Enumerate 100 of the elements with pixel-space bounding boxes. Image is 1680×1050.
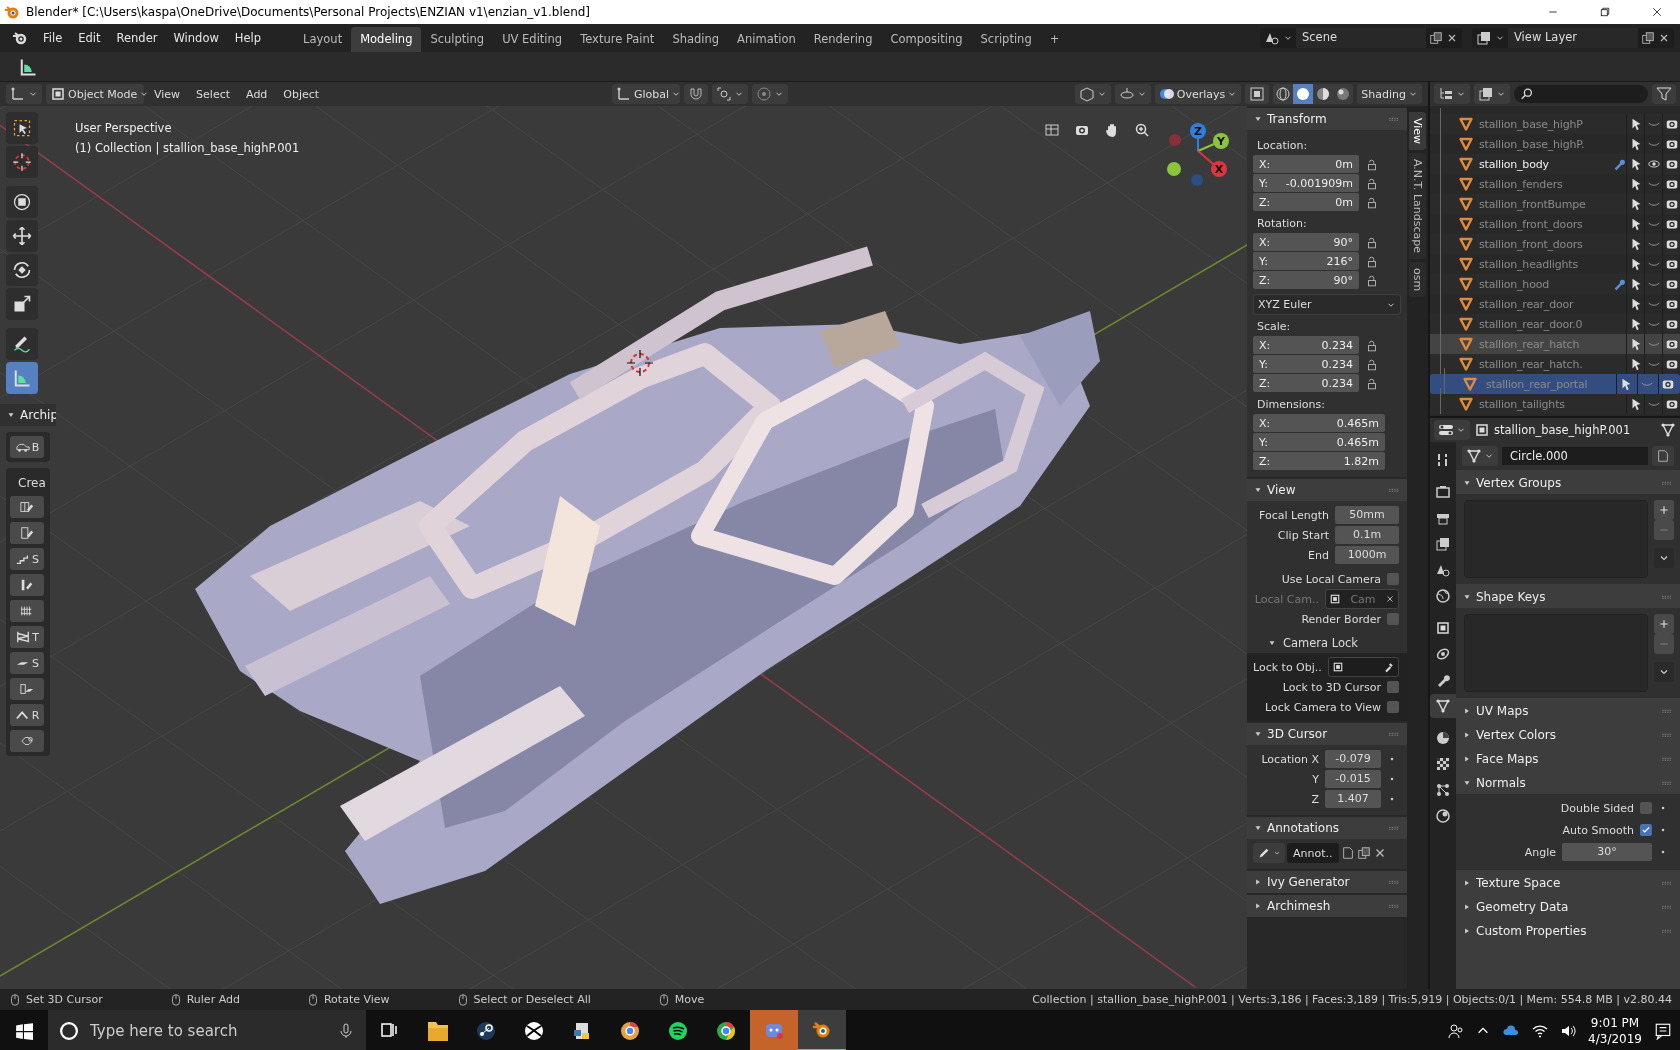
tool-button[interactable]: S bbox=[10, 652, 44, 674]
panel-header[interactable]: Annotations bbox=[1247, 817, 1407, 839]
taskbar-search-box[interactable]: Type here to search bbox=[48, 1010, 366, 1050]
object-name: stallion_headlights bbox=[1478, 257, 1579, 271]
field-label: Lock to Obj.. bbox=[1253, 660, 1322, 674]
menu-item[interactable]: Object bbox=[277, 85, 326, 103]
number-field[interactable]: X: 0.465m bbox=[1253, 414, 1385, 432]
view-layer-selector[interactable]: View Layer bbox=[1472, 28, 1674, 48]
clock[interactable]: 9:01 PM 4/3/2019 bbox=[1588, 1014, 1642, 1047]
add-workspace-button[interactable]: + bbox=[1040, 27, 1069, 52]
rotation-mode-dropdown[interactable]: XYZ Euler bbox=[1253, 294, 1401, 315]
menu-item[interactable]: File bbox=[36, 28, 70, 48]
object-name: stallion_base_highP.001 bbox=[1494, 423, 1632, 437]
field-label: Location X bbox=[1261, 752, 1319, 766]
menu-item[interactable]: View bbox=[148, 85, 187, 103]
workspace-tab[interactable]: Layout bbox=[294, 27, 352, 52]
menu-item[interactable]: Select bbox=[190, 85, 237, 103]
object-name: stallion_base_highP bbox=[1478, 117, 1584, 131]
panel-title: Custom Properties bbox=[1476, 924, 1588, 938]
workspace-tab[interactable]: Compositing bbox=[881, 27, 972, 52]
group-label: Rotation: bbox=[1256, 216, 1308, 232]
status-hint: Move bbox=[674, 993, 705, 1006]
number-field[interactable]: Z: 0m bbox=[1253, 193, 1359, 211]
number-field[interactable]: X: 0.234 bbox=[1253, 336, 1359, 354]
workspace-tab[interactable]: Modeling bbox=[351, 27, 422, 52]
group-label: Scale: bbox=[1256, 319, 1292, 335]
number-field[interactable]: Y: 0.234 bbox=[1253, 355, 1359, 373]
annotation-layer-field[interactable]: Annot.. bbox=[1287, 843, 1339, 863]
object-name: stallion_rear_door.0 bbox=[1478, 317, 1584, 331]
panel-title: Archimesh bbox=[1267, 899, 1332, 913]
panel-title: Vertex Colors bbox=[1476, 728, 1557, 742]
menu-item[interactable]: Window bbox=[166, 28, 226, 48]
object-name: stallion_front_doors bbox=[1478, 217, 1584, 231]
sidebar-tab[interactable]: View bbox=[1409, 112, 1426, 151]
number-field[interactable]: Z: 90° bbox=[1253, 271, 1359, 289]
tool-button[interactable]: R bbox=[10, 704, 44, 726]
field-label: Clip Start bbox=[1277, 528, 1329, 542]
panel-title: Transform bbox=[1267, 112, 1328, 126]
number-field[interactable]: Y: 216° bbox=[1253, 252, 1359, 270]
overlays-dropdown[interactable]: Overlays bbox=[1154, 84, 1242, 104]
checkbox-label: Lock Camera to View bbox=[1265, 700, 1381, 714]
tool-button[interactable]: B bbox=[10, 436, 44, 458]
workspace-tab[interactable]: Scripting bbox=[971, 27, 1041, 52]
status-hint: Set 3D Cursor bbox=[26, 993, 103, 1006]
number-field[interactable]: -0.015 bbox=[1325, 770, 1381, 788]
panel-title: Ivy Generator bbox=[1267, 875, 1351, 889]
object-name: stallion_fenders bbox=[1478, 177, 1564, 191]
search-field[interactable]: Type here to search bbox=[88, 1020, 328, 1041]
workspace-tab[interactable]: Rendering bbox=[804, 27, 882, 52]
workspace-tab[interactable]: Shading bbox=[663, 27, 729, 52]
panel-header[interactable]: View bbox=[1247, 479, 1407, 501]
mesh-name-field[interactable]: Circle.000 bbox=[1502, 447, 1648, 465]
menu-item[interactable]: Render bbox=[109, 28, 165, 48]
number-field[interactable]: X: 90° bbox=[1253, 233, 1359, 251]
shading-dropdown[interactable]: Shading bbox=[1357, 84, 1422, 104]
menu-item[interactable]: Help bbox=[227, 28, 269, 48]
sidebar-tab[interactable]: A.N.T. Landscape bbox=[1409, 153, 1426, 260]
checkbox-label: Lock to 3D Cursor bbox=[1282, 680, 1381, 694]
number-field[interactable]: Z: 0.234 bbox=[1253, 374, 1359, 392]
field-label: Angle bbox=[1524, 845, 1556, 859]
group-label: Location: bbox=[1256, 138, 1309, 154]
collection-label: (1) Collection | stallion_base_highP.001 bbox=[75, 141, 300, 155]
object-name: stallion_rear_door bbox=[1478, 297, 1575, 311]
field-label: Focal Length bbox=[1259, 508, 1329, 522]
menu-item[interactable]: Add bbox=[240, 85, 274, 103]
object-name: stallion_rear_portal bbox=[1485, 377, 1589, 391]
object-name: stallion_body bbox=[1478, 157, 1550, 171]
panel-header[interactable]: 3D Cursor bbox=[1247, 723, 1407, 745]
number-field[interactable]: 0.1m bbox=[1335, 526, 1399, 544]
workspace-tab[interactable]: Texture Paint bbox=[571, 27, 664, 52]
number-field[interactable]: Y: -0.001909m bbox=[1253, 174, 1359, 192]
workspace-tab[interactable]: Animation bbox=[728, 27, 805, 52]
scene-selector[interactable]: Scene bbox=[1260, 28, 1462, 48]
orientation-dropdown[interactable]: Global bbox=[612, 84, 680, 104]
panel-title: Normals bbox=[1476, 776, 1527, 790]
object-name: stallion_rear_hatch. bbox=[1478, 357, 1584, 371]
subpanel-header[interactable]: Camera Lock bbox=[1253, 633, 1399, 653]
status-hint: Ruler Add bbox=[186, 993, 240, 1006]
tool-button[interactable]: S bbox=[10, 548, 44, 570]
sidebar-tab[interactable]: osm bbox=[1409, 262, 1426, 298]
panel-header[interactable]: Ivy Generator bbox=[1247, 871, 1407, 893]
menu-item[interactable]: Edit bbox=[71, 28, 108, 48]
navigation-gizmo[interactable]: Z Y X bbox=[1167, 123, 1229, 186]
tool-button[interactable]: T bbox=[10, 626, 44, 648]
panel-title: Shape Keys bbox=[1476, 590, 1547, 604]
status-hint: Rotate View bbox=[323, 993, 390, 1006]
number-field[interactable]: Z: 1.82m bbox=[1253, 452, 1385, 470]
view-name-label: User Perspective bbox=[75, 121, 172, 135]
number-field[interactable]: Y: 0.465m bbox=[1253, 433, 1385, 451]
workspace-tab[interactable]: Sculpting bbox=[421, 27, 494, 52]
number-field[interactable]: 30° bbox=[1562, 843, 1652, 861]
number-field[interactable]: -0.079 bbox=[1325, 750, 1381, 768]
panel-header[interactable]: Transform bbox=[1247, 108, 1407, 130]
number-field[interactable]: X: 0m bbox=[1253, 155, 1359, 173]
checkbox-label: Auto Smooth bbox=[1562, 823, 1634, 837]
number-field[interactable]: 1000m bbox=[1335, 546, 1399, 564]
panel-header[interactable]: Archimesh bbox=[1247, 895, 1407, 917]
number-field[interactable]: 1.407 bbox=[1325, 790, 1381, 808]
workspace-tab[interactable]: UV Editing bbox=[493, 27, 572, 52]
number-field[interactable]: 50mm bbox=[1335, 506, 1399, 524]
